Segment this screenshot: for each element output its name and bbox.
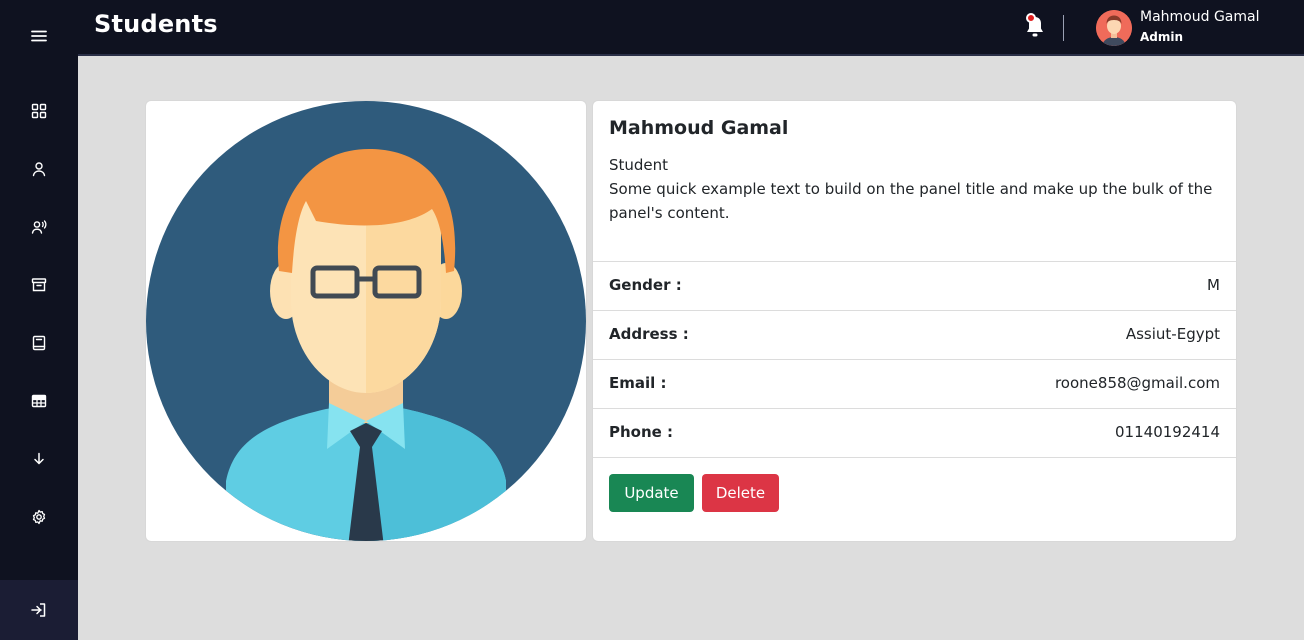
detail-row-email: Email : roone858@gmail.com <box>593 359 1236 408</box>
user-icon <box>32 162 46 177</box>
settings-icon <box>32 509 46 525</box>
profile-picture-card <box>145 100 587 542</box>
avatar-icon <box>1096 10 1132 46</box>
users-voice-icon <box>31 220 47 234</box>
table-icon <box>31 394 47 408</box>
profile-description: Some quick example text to build on the … <box>609 180 1213 222</box>
detail-label: Gender : <box>609 276 682 294</box>
dashboard-icon <box>31 103 47 119</box>
sidebar-item-settings[interactable] <box>0 497 78 537</box>
sidebar-item-tables[interactable] <box>0 381 78 421</box>
detail-value: 01140192414 <box>1115 423 1220 441</box>
profile-actions: Update Delete <box>593 457 1236 541</box>
menu-toggle-button[interactable] <box>0 16 78 56</box>
user-name: Mahmoud Gamal <box>1140 9 1260 25</box>
archive-icon <box>31 278 47 292</box>
profile-info-card: Mahmoud Gamal Student Some quick example… <box>592 100 1237 542</box>
page-title: Students <box>94 10 218 38</box>
detail-label: Email : <box>609 374 667 392</box>
profile-summary: Mahmoud Gamal Student Some quick example… <box>593 101 1236 261</box>
arrow-down-icon <box>34 452 44 465</box>
sidebar-item-archive[interactable] <box>0 265 78 305</box>
sidebar-item-dashboard[interactable] <box>0 91 78 131</box>
notification-badge <box>1026 13 1036 23</box>
sidebar-item-students[interactable] <box>0 207 78 247</box>
logout-button[interactable] <box>0 580 78 640</box>
update-button[interactable]: Update <box>609 474 694 512</box>
menu-icon <box>31 30 47 42</box>
detail-value: M <box>1207 276 1220 294</box>
profile-name: Mahmoud Gamal <box>609 117 789 139</box>
detail-row-gender: Gender : M <box>593 261 1236 310</box>
delete-button[interactable]: Delete <box>702 474 779 512</box>
detail-value: Assiut-Egypt <box>1125 325 1220 343</box>
header-divider <box>1063 15 1064 41</box>
sidebar-item-profile[interactable] <box>0 149 78 189</box>
sidebar-item-courses[interactable] <box>0 323 78 363</box>
detail-label: Address : <box>609 325 689 343</box>
profile-avatar-illustration <box>146 101 586 541</box>
sidebar-item-download[interactable] <box>0 439 78 479</box>
logout-icon <box>31 603 46 617</box>
detail-value: roone858@gmail.com <box>1054 374 1220 392</box>
sidebar <box>0 0 78 640</box>
detail-row-phone: Phone : 01140192414 <box>593 408 1236 457</box>
top-bar: Students Mahmoud Gamal Admin <box>78 0 1304 56</box>
detail-row-address: Address : Assiut-Egypt <box>593 310 1236 359</box>
book-icon <box>32 335 46 351</box>
detail-label: Phone : <box>609 423 674 441</box>
user-avatar[interactable] <box>1096 10 1132 46</box>
profile-role: Student <box>609 156 669 174</box>
user-role: Admin <box>1140 30 1184 44</box>
notifications-button[interactable] <box>1024 13 1046 40</box>
